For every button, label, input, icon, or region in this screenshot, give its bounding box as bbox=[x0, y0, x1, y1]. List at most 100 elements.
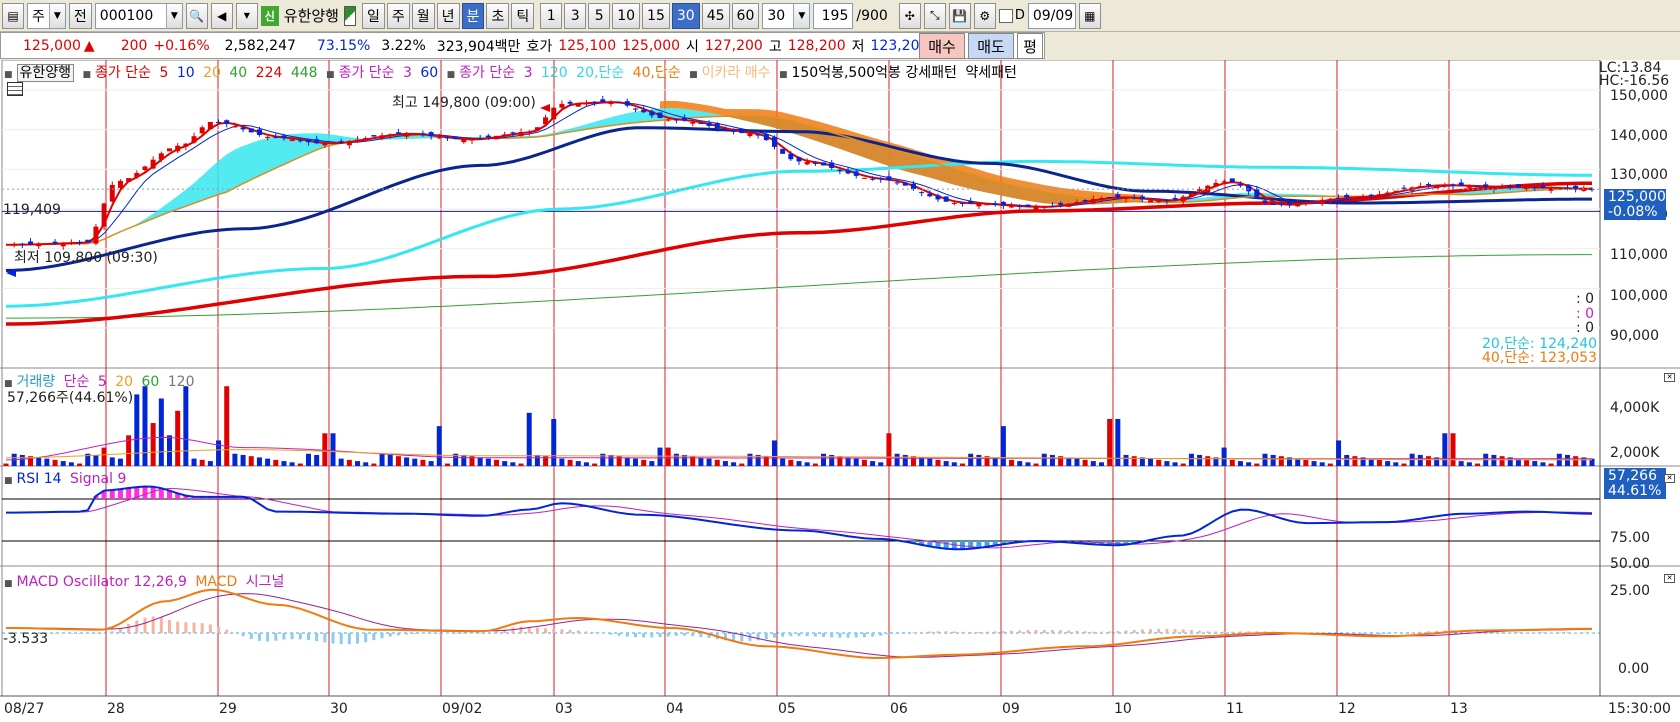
chart-canvas[interactable] bbox=[0, 60, 1680, 722]
buy-button[interactable]: 매수 bbox=[919, 33, 965, 59]
macd-histogram-bar bbox=[772, 633, 776, 638]
sound-dropdown-button[interactable]: ▼ bbox=[235, 2, 258, 29]
volume-bar bbox=[861, 459, 867, 466]
candle-body bbox=[1344, 194, 1350, 198]
volume-bar bbox=[1246, 462, 1252, 466]
macd-histogram-bar bbox=[928, 631, 932, 633]
panel-toggle-button[interactable]: ▤ bbox=[2, 2, 24, 29]
y-tick: 140,000 bbox=[1610, 128, 1668, 144]
ma-5: 5 bbox=[159, 65, 169, 81]
macd-histogram-bar bbox=[789, 633, 793, 637]
volume-bar bbox=[870, 461, 876, 466]
macd-histogram-bar bbox=[1132, 630, 1136, 633]
minute-30-button[interactable]: 30 bbox=[671, 2, 700, 29]
minute-45-button[interactable]: 45 bbox=[701, 2, 730, 29]
open-price: 127,200 bbox=[704, 37, 763, 54]
minute-3-button[interactable]: 3 bbox=[564, 2, 587, 29]
volume-bar bbox=[117, 458, 123, 466]
macd-histogram-bar bbox=[127, 624, 131, 633]
code-input[interactable]: 000100 ▼ bbox=[94, 2, 183, 29]
volume-bar bbox=[1009, 459, 1015, 466]
minute-select[interactable]: 30 ▼ bbox=[762, 2, 811, 29]
y-tick: 100,000 bbox=[1610, 288, 1668, 304]
save-button[interactable]: 💾 bbox=[948, 2, 971, 29]
tab-day[interactable]: 일 bbox=[361, 2, 385, 29]
volume-bar bbox=[739, 463, 745, 466]
overlay-button[interactable]: ✣ bbox=[898, 2, 921, 29]
volume-bar bbox=[371, 463, 377, 466]
macd-histogram-bar bbox=[1042, 629, 1046, 633]
legend-bullet-icon: ■ bbox=[689, 70, 698, 80]
macd-histogram-bar bbox=[1361, 633, 1365, 635]
candle-body bbox=[673, 119, 679, 121]
candle-body bbox=[567, 101, 573, 104]
minute-10-button[interactable]: 10 bbox=[612, 2, 641, 29]
count-input[interactable]: 195 bbox=[813, 2, 854, 29]
close-icon[interactable]: ✕ bbox=[1664, 474, 1675, 483]
sound-button[interactable]: ◀ bbox=[210, 2, 233, 29]
eval-button[interactable]: 평 bbox=[1017, 33, 1043, 59]
macd-histogram-bar bbox=[1426, 631, 1430, 633]
prev-button[interactable]: 전 bbox=[68, 2, 92, 29]
candle-body bbox=[469, 139, 475, 141]
candle-body bbox=[992, 203, 998, 205]
tab-second[interactable]: 초 bbox=[486, 2, 510, 29]
chart-area[interactable]: ■ 유한양행 ■ 종가 단순 5 10 20 40 224 448 ■ 종가 단순 3… bbox=[0, 60, 1680, 722]
chevron-down-icon: ▼ bbox=[165, 3, 182, 28]
candle-body bbox=[837, 169, 843, 171]
candle-body bbox=[747, 133, 753, 137]
tab-week[interactable]: 주 bbox=[386, 2, 410, 29]
date-checkbox[interactable] bbox=[998, 8, 1013, 23]
count-total: /900 bbox=[856, 7, 888, 24]
close-icon[interactable]: ✕ bbox=[1664, 373, 1675, 382]
date-input[interactable]: 09/09 bbox=[1027, 2, 1076, 29]
x-label: 05 bbox=[778, 701, 796, 717]
macd-histogram-bar bbox=[168, 620, 172, 633]
flag-icon bbox=[343, 5, 356, 26]
grid-toggle-icon[interactable] bbox=[7, 82, 23, 96]
candle-body bbox=[878, 177, 884, 180]
minute-5-button[interactable]: 5 bbox=[588, 2, 611, 29]
sell-button[interactable]: 매도 bbox=[968, 33, 1014, 59]
volume-bar bbox=[1115, 418, 1121, 466]
speaker-icon: ◀ bbox=[217, 8, 227, 23]
candle-body bbox=[1360, 196, 1366, 198]
candle-body bbox=[158, 153, 164, 160]
candle-body bbox=[657, 112, 663, 119]
candle-body bbox=[52, 241, 58, 244]
settings-button[interactable]: ⚙ bbox=[973, 2, 996, 29]
minute-1-button[interactable]: 1 bbox=[540, 2, 563, 29]
candle-body bbox=[518, 132, 524, 136]
minute-60-button[interactable]: 60 bbox=[731, 2, 760, 29]
macd-histogram-bar bbox=[225, 629, 229, 633]
macd-histogram-bar bbox=[584, 631, 588, 633]
candle-body bbox=[543, 117, 549, 125]
macd-histogram-bar bbox=[625, 633, 629, 637]
macd-histogram-bar bbox=[568, 629, 572, 633]
volume-bar bbox=[273, 459, 279, 466]
tab-tick[interactable]: 틱 bbox=[511, 2, 535, 29]
tab-month[interactable]: 월 bbox=[411, 2, 435, 29]
stock-legend[interactable]: 유한양행 bbox=[16, 64, 75, 82]
tab-year[interactable]: 년 bbox=[436, 2, 460, 29]
volume-bar bbox=[52, 459, 58, 466]
x-label: 06 bbox=[890, 701, 908, 717]
candle-body bbox=[1532, 187, 1538, 189]
macd-histogram-bar bbox=[1091, 631, 1095, 633]
candle-body bbox=[796, 157, 802, 162]
minute-15-button[interactable]: 15 bbox=[642, 2, 670, 29]
period-select[interactable]: 주 ▼ bbox=[27, 2, 66, 29]
macd-histogram-bar bbox=[388, 633, 392, 637]
drawing-tool-button[interactable]: ⤡ bbox=[923, 2, 946, 29]
macd-histogram-bar bbox=[1500, 632, 1504, 633]
macd-histogram-bar bbox=[1157, 628, 1161, 633]
calendar-button[interactable]: ▦ bbox=[1078, 2, 1101, 29]
candle-body bbox=[812, 162, 818, 164]
candle-body bbox=[1483, 184, 1489, 187]
macd-histogram-bar bbox=[1010, 630, 1014, 633]
search-button[interactable]: 🔍 bbox=[185, 2, 208, 29]
volume-bar bbox=[485, 458, 491, 466]
ma-448-line bbox=[6, 254, 1592, 319]
tab-minute[interactable]: 분 bbox=[461, 2, 485, 29]
close-icon[interactable]: ✕ bbox=[1664, 574, 1675, 583]
